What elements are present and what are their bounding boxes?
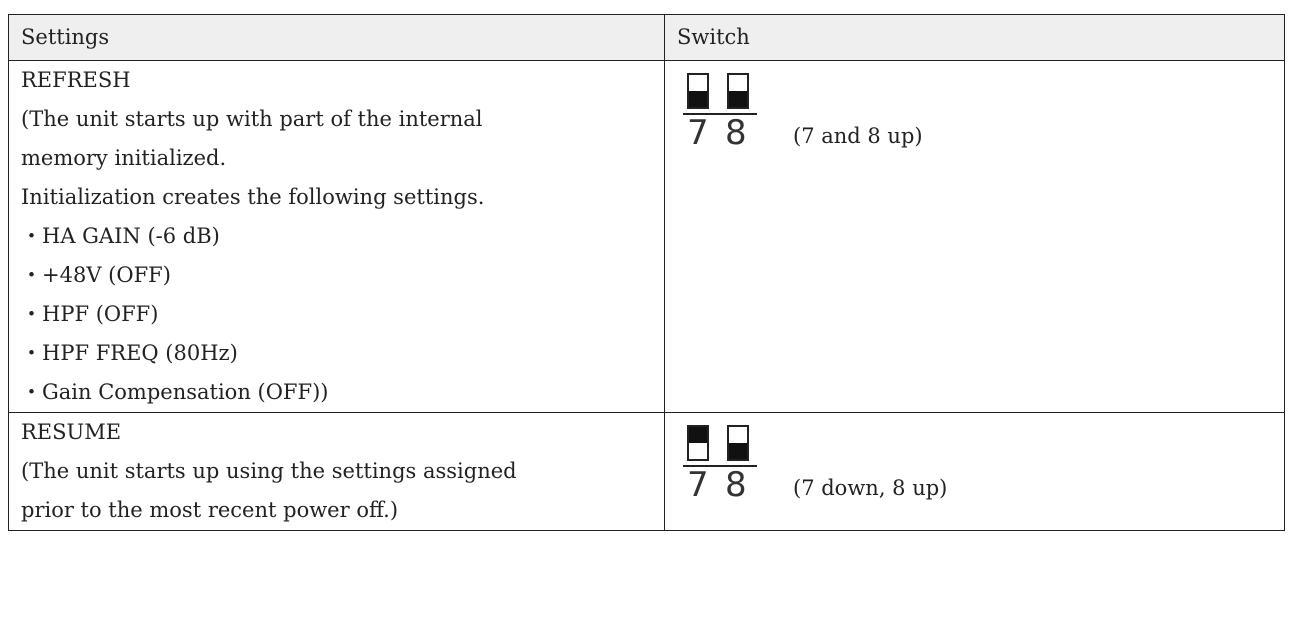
dip-switch-diagram: 7 8 [683, 425, 757, 505]
table-row-refresh: REFRESH (The unit starts up with part of… [8, 60, 1285, 413]
settings-cell-refresh: REFRESH (The unit starts up with part of… [8, 60, 665, 413]
dip-switch-8 [727, 73, 749, 109]
switch-description: (7 down, 8 up) [793, 476, 948, 500]
switch-description: (7 and 8 up) [793, 124, 923, 148]
header-row: Settings Switch [8, 14, 1285, 61]
dip-switch-7 [687, 425, 709, 461]
header-switch: Switch [664, 14, 1285, 61]
setting-list-item: ・Gain Compensation (OFF)) [21, 380, 329, 404]
setting-title-resume: RESUME [21, 420, 122, 444]
dip-switch-8 [727, 425, 749, 461]
dip-switch-label-8: 8 [725, 113, 747, 153]
setting-text-line: Initialization creates the following set… [21, 185, 485, 209]
table-row-resume: RESUME (The unit starts up using the set… [8, 412, 1285, 531]
setting-list-item: ・HA GAIN (-6 dB) [21, 224, 220, 248]
switch-lever-fill [689, 91, 707, 107]
dip-switch-label-7: 7 [687, 113, 709, 153]
setting-title-refresh: REFRESH [21, 68, 131, 92]
dip-switch-diagram: 7 8 [683, 73, 757, 153]
switch-cell-refresh: 7 8 (7 and 8 up) [664, 60, 1285, 413]
dip-switch-7 [687, 73, 709, 109]
switch-lever-fill [689, 427, 707, 443]
setting-list-item: ・HPF FREQ (80Hz) [21, 341, 238, 365]
setting-text-line: (The unit starts up using the settings a… [21, 459, 517, 483]
switch-cell-resume: 7 8 (7 down, 8 up) [664, 412, 1285, 531]
switch-lever-fill [729, 443, 747, 459]
settings-cell-resume: RESUME (The unit starts up using the set… [8, 412, 665, 531]
setting-list-item: ・+48V (OFF) [21, 263, 171, 287]
setting-text-line: memory initialized. [21, 146, 227, 170]
clipped-previous-content [0, 0, 1292, 14]
header-settings: Settings [8, 14, 665, 61]
setting-list-item: ・HPF (OFF) [21, 302, 159, 326]
dip-switch-label-8: 8 [725, 465, 747, 505]
switch-lever-fill [729, 91, 747, 107]
setting-text-line: (The unit starts up with part of the int… [21, 107, 483, 131]
setting-text-line: prior to the most recent power off.) [21, 498, 399, 522]
dip-switch-label-7: 7 [687, 465, 709, 505]
dip-switch-settings-table: Settings Switch REFRESH (The unit starts… [8, 14, 1285, 531]
